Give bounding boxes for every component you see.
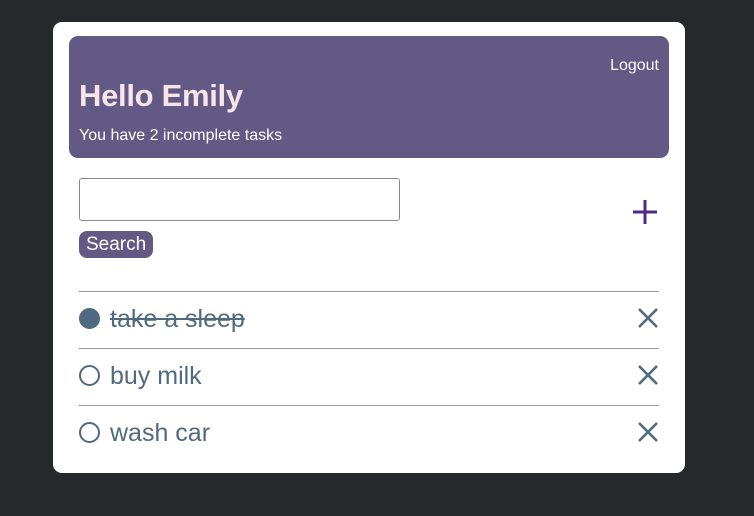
task-item: buy milk — [79, 348, 659, 405]
incomplete-toggle-icon[interactable] — [79, 422, 100, 443]
header-banner: Logout Hello Emily You have 2 incomplete… — [69, 36, 669, 158]
task-label[interactable]: wash car — [110, 419, 210, 448]
add-task-button[interactable] — [630, 197, 660, 227]
task-item: wash car — [79, 405, 659, 462]
task-label[interactable]: buy milk — [110, 362, 202, 391]
search-button[interactable]: Search — [79, 231, 154, 258]
delete-task-button[interactable] — [637, 364, 659, 386]
delete-task-button[interactable] — [637, 421, 659, 443]
close-icon — [638, 308, 658, 328]
close-icon — [638, 422, 658, 442]
task-label[interactable]: take a sleep — [110, 305, 245, 334]
completed-toggle-icon[interactable] — [79, 308, 100, 329]
incomplete-toggle-icon[interactable] — [79, 365, 100, 386]
todo-card: Logout Hello Emily You have 2 incomplete… — [53, 22, 685, 473]
plus-icon — [633, 200, 657, 224]
logout-link[interactable]: Logout — [610, 57, 659, 75]
incomplete-tasks-summary: You have 2 incomplete tasks — [79, 127, 283, 144]
delete-task-button[interactable] — [637, 307, 659, 329]
search-input[interactable] — [79, 178, 400, 221]
task-item: take a sleep — [79, 291, 659, 348]
close-icon — [638, 365, 658, 385]
greeting-title: Hello Emily — [79, 78, 243, 113]
task-list: take a sleep buy milk wash car — [79, 291, 659, 462]
